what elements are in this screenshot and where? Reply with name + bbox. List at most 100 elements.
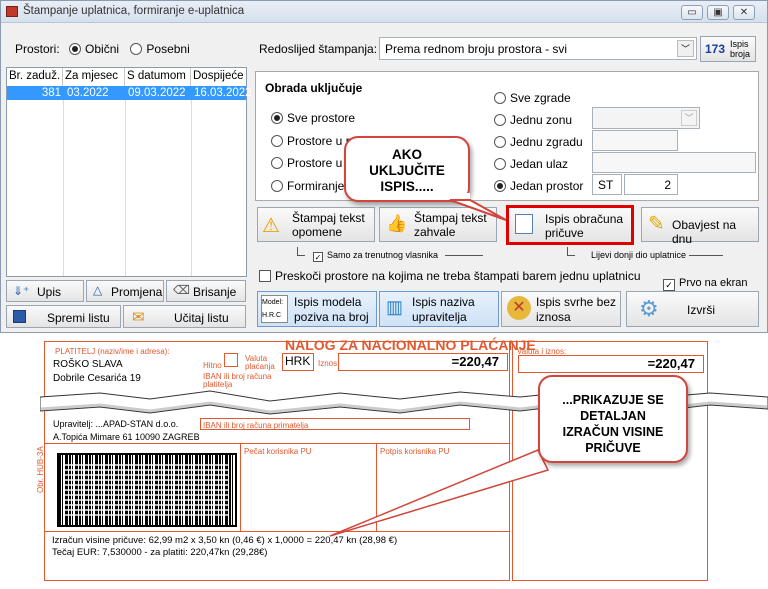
model-icon: Model: H.R.C [261, 295, 288, 323]
preskoci-label: Preskoči prostore na kojima ne treba šta… [275, 269, 641, 283]
maximize-button[interactable]: ▣ [707, 5, 729, 20]
stampaj-opomene-button[interactable]: ⚠ Štampaj tekst opomene [257, 207, 375, 242]
thumb-icon: 👍 [386, 214, 408, 233]
radio-sve-zgrade[interactable]: Sve zgrade [494, 91, 571, 105]
redoslijed-select[interactable]: Prema rednom broju prostora - svi ﹀ [379, 37, 697, 60]
zaduzenja-list[interactable]: Br. zaduž. Za mjesec S datumom Dospijeće… [6, 67, 252, 277]
prostor-code-value: ST [598, 178, 614, 192]
radio-jednu-zgradu[interactable]: Jednu zgradu [494, 135, 583, 149]
radio-icon [69, 43, 82, 55]
obicni-radio[interactable]: Obični [69, 42, 119, 56]
valuta-label: Valuta plaćanja [245, 354, 275, 371]
hitno-label: Hitno [203, 361, 222, 370]
samo-vlasnika-label: Samo za trenutnog vlasnika [327, 250, 439, 260]
radio-icon [494, 114, 506, 126]
posebni-label: Posebni [146, 42, 190, 56]
radio-sve-prostore[interactable]: Sve prostore [271, 111, 355, 125]
zgrada-field[interactable] [592, 130, 678, 151]
table-row[interactable]: 381 03.2022 09.03.2022 16.03.2022 [7, 86, 252, 100]
chevron-down-icon: ﹀ [681, 110, 697, 126]
ulaz-field[interactable] [592, 152, 756, 173]
callout2-text: ...PRIKAZUJE SE DETALJAN IZRAČUN VISINE … [562, 393, 664, 455]
barcode-image [57, 453, 237, 527]
radio-jednu-zonu[interactable]: Jednu zonu [494, 113, 572, 127]
ispis-modela-button[interactable]: Model: H.R.C Ispis modela poziva na broj [257, 291, 377, 327]
warning-icon: ⚠ [262, 215, 280, 237]
upis-label: Upis [37, 285, 62, 299]
prostor-code-field[interactable]: ST [592, 174, 622, 195]
window-title: Štampanje uplatnica, formiranje e-uplatn… [23, 5, 245, 17]
obavjest-button[interactable]: ✎ Obavjest na dnu [641, 207, 759, 246]
radio-label: Jednu zgradu [510, 135, 583, 149]
radio-icon [494, 92, 506, 104]
col-header-br[interactable]: Br. zaduž. [7, 68, 63, 86]
ispis-naziva-button[interactable]: ▥ Ispis naziva upravitelja [379, 291, 499, 327]
platitelj-name: ROŠKO SLAVA [53, 359, 123, 370]
ispis-naziva-label: Ispis naziva upravitelja [412, 295, 475, 324]
ucitaj-listu-button[interactable]: ✉ Učitaj listu [123, 305, 246, 328]
no-money-icon: ✕ [507, 296, 531, 320]
col-divider [63, 86, 64, 276]
prostor-num-value: 2 [664, 178, 671, 192]
callout-prikazuje: ...PRIKAZUJE SE DETALJAN IZRAČUN VISINE … [538, 375, 688, 463]
izvrsi-label: Izvrši [687, 303, 715, 317]
ispis-svrhe-button[interactable]: ✕ Ispis svrhe bez iznosa [501, 291, 621, 327]
divider-line [240, 443, 241, 531]
hitno-box [224, 353, 238, 367]
gear-icon: ⚙ [639, 296, 659, 321]
checkbox-box [259, 270, 271, 282]
radio-label: Jedan ulaz [510, 157, 569, 171]
preskoci-checkbox[interactable]: Preskoči prostore na kojima ne treba šta… [259, 269, 641, 283]
brisanje-button[interactable]: ⌫ Brisanje [166, 280, 246, 302]
iznos-value: =220,47 [338, 353, 508, 371]
opomene-label: Štampaj tekst opomene [292, 211, 365, 239]
col-header-mjesec[interactable]: Za mjesec [63, 68, 125, 86]
radio-jedan-ulaz[interactable]: Jedan ulaz [494, 157, 568, 171]
prvo-ekran-checkbox[interactable]: ✓ Prvo na ekran [663, 277, 747, 291]
open-folder-icon: ✉ [132, 309, 145, 326]
bracket-line [567, 247, 575, 256]
radio-label: Sve prostore [287, 111, 356, 125]
minimize-button[interactable]: ▭ [681, 5, 703, 20]
radio-icon [271, 112, 283, 124]
add-user-icon: ⇓⁺ [13, 284, 30, 298]
close-button[interactable]: ✕ [733, 5, 755, 20]
radio-icon [271, 180, 283, 192]
prostor-num-field[interactable]: 2 [624, 174, 678, 195]
ispis-broja-label: Ispis broja [730, 39, 751, 59]
check-icon: ✓ [313, 252, 323, 262]
col-header-dospijece[interactable]: Dospijeće [191, 68, 246, 86]
spremi-listu-button[interactable]: Spremi listu [6, 305, 121, 328]
samo-vlasnika-checkbox[interactable]: ✓ Samo za trenutnog vlasnika [313, 250, 438, 262]
ispis-broja-button[interactable]: 173 Ispis broja [700, 36, 756, 62]
app-icon [6, 6, 18, 17]
check-icon: ✓ [663, 279, 675, 291]
prvo-ekran-label: Prvo na ekran [679, 277, 748, 289]
radio-formiranje[interactable]: Formiranje e [271, 179, 354, 193]
upis-button[interactable]: ⇓⁺ Upis [6, 280, 84, 302]
iznos-label: Iznos [318, 359, 338, 368]
radio-icon [494, 136, 506, 148]
ucitaj-label: Učitaj listu [174, 311, 229, 325]
prostori-label: Prostori: [15, 42, 60, 56]
radio-label: Prostore u v [287, 156, 352, 170]
cell-br: 381 [41, 87, 61, 99]
col-header-datum[interactable]: S datumom [125, 68, 191, 86]
tecaj-text: Tečaj EUR: 7,530000 - za platiti: 220,47… [52, 547, 268, 558]
pecat-label: Pečat korisnika PU [244, 447, 312, 456]
radio-prostore-v[interactable]: Prostore u v [271, 156, 352, 170]
ispis-modela-label: Ispis modela poziva na broj [294, 295, 369, 324]
chevron-down-icon: ﹀ [677, 40, 694, 57]
promjena-button[interactable]: △ Promjena [86, 280, 164, 302]
ispis-obracuna-button[interactable]: Ispis obračuna pričuve [506, 205, 634, 245]
zona-select[interactable]: ﹀ [592, 107, 700, 129]
floppy-icon [13, 310, 26, 323]
callout-pointer [448, 193, 507, 221]
cell-datum: 09.03.2022 [128, 87, 186, 99]
izvrsi-button[interactable]: ⚙ Izvrši [626, 291, 759, 327]
pencil-icon: ✎ [648, 213, 665, 235]
ispis-svrhe-label: Ispis svrhe bez iznosa [536, 295, 617, 324]
platitelj-label: PLATITELJ (naziv/ime i adresa): [55, 347, 170, 356]
posebni-radio[interactable]: Posebni [130, 42, 190, 56]
radio-icon [271, 135, 283, 147]
